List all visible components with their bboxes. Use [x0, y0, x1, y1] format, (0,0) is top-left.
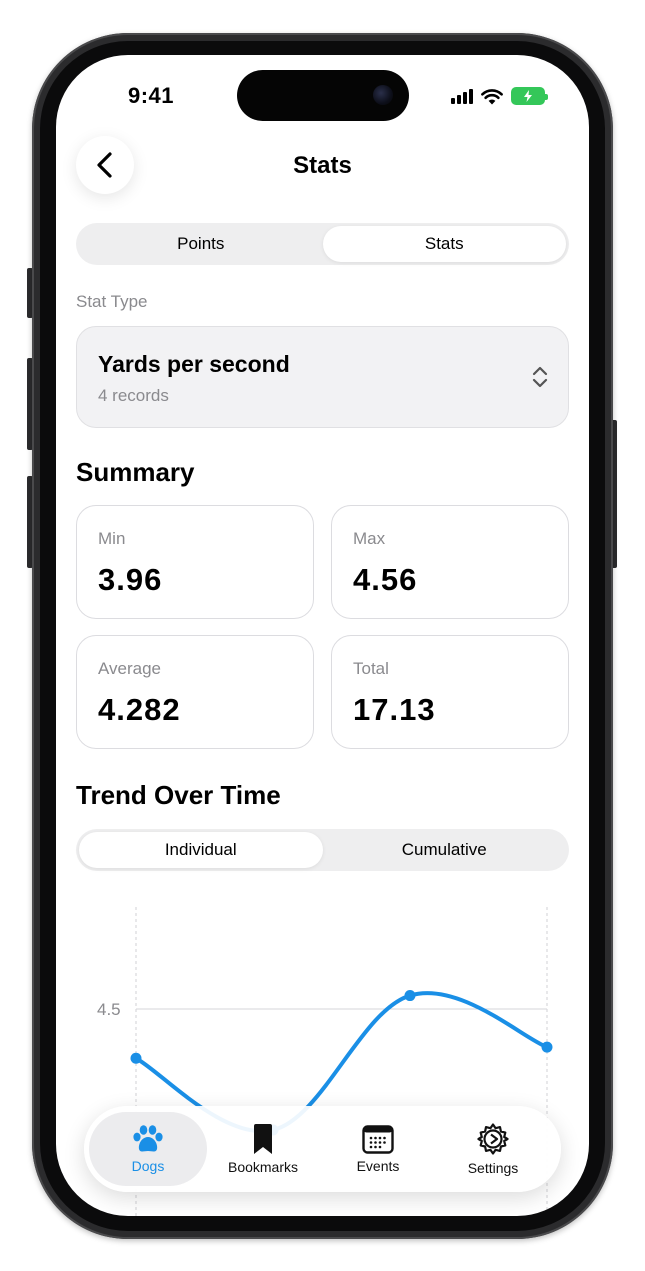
tab-label: Dogs [131, 1158, 165, 1174]
chart-data-point [404, 990, 416, 1002]
camera-icon [373, 85, 393, 105]
tab-label: Settings [467, 1160, 519, 1176]
trend-mode-segmented-control: Individual Cumulative [76, 829, 569, 871]
page-title: Stats [293, 152, 352, 179]
chart-y-tick-label: 4.5 [97, 1000, 121, 1019]
stat-card-label: Total [353, 659, 389, 678]
trend-heading: Trend Over Time [76, 780, 281, 810]
bookmark-icon [254, 1124, 272, 1154]
stat-card-total: Total 17.13 [331, 635, 569, 749]
stat-card-label: Average [98, 659, 162, 678]
stat-card-label: Min [98, 529, 126, 548]
stat-card-min: Min 3.96 [76, 505, 314, 619]
stat-type-value: Yards per second [98, 351, 290, 377]
tab-dogs[interactable]: Dogs [89, 1112, 207, 1186]
wifi-icon [481, 88, 503, 104]
segment-cumulative[interactable]: Cumulative [323, 832, 567, 868]
points-stats-segmented-control: Points Stats [76, 223, 569, 265]
dynamic-island [237, 70, 409, 121]
calendar-icon [362, 1125, 394, 1154]
stat-card-value: 3.96 [98, 562, 163, 597]
stat-card-max: Max 4.56 [331, 505, 569, 619]
tab-events[interactable]: Events [319, 1112, 437, 1186]
segment-stats[interactable]: Stats [322, 226, 566, 262]
stat-card-value: 17.13 [353, 692, 436, 727]
tab-bar: Dogs Bookmarks Events Settings [84, 1106, 561, 1192]
stat-card-average: Average 4.282 [76, 635, 314, 749]
cellular-signal-icon [451, 88, 473, 104]
tab-bookmarks[interactable]: Bookmarks [204, 1112, 322, 1186]
tab-label: Events [356, 1158, 400, 1174]
app-screen: 9:41 Stats Points Stats Stat Type Yards … [56, 55, 589, 1216]
tab-label: Bookmarks [227, 1159, 299, 1175]
stat-card-value: 4.282 [98, 692, 181, 727]
segment-individual[interactable]: Individual [79, 832, 323, 868]
battery-charging-icon [511, 87, 548, 105]
status-icons [451, 85, 548, 107]
status-time: 9:41 [128, 83, 175, 108]
stat-type-label: Stat Type [76, 292, 148, 311]
stat-card-value: 4.56 [353, 562, 418, 597]
paw-icon [133, 1125, 163, 1152]
summary-heading: Summary [76, 457, 195, 487]
chart-data-point [541, 1041, 553, 1053]
segment-points[interactable]: Points [79, 226, 323, 262]
tab-settings[interactable]: Settings [434, 1112, 552, 1186]
gear-icon [477, 1123, 509, 1155]
stat-type-picker[interactable]: Yards per second 4 records [76, 326, 569, 428]
chevron-up-down-icon [532, 366, 548, 388]
stat-card-label: Max [353, 529, 386, 548]
chart-data-point [130, 1052, 142, 1064]
stat-type-record-count: 4 records [98, 386, 169, 405]
